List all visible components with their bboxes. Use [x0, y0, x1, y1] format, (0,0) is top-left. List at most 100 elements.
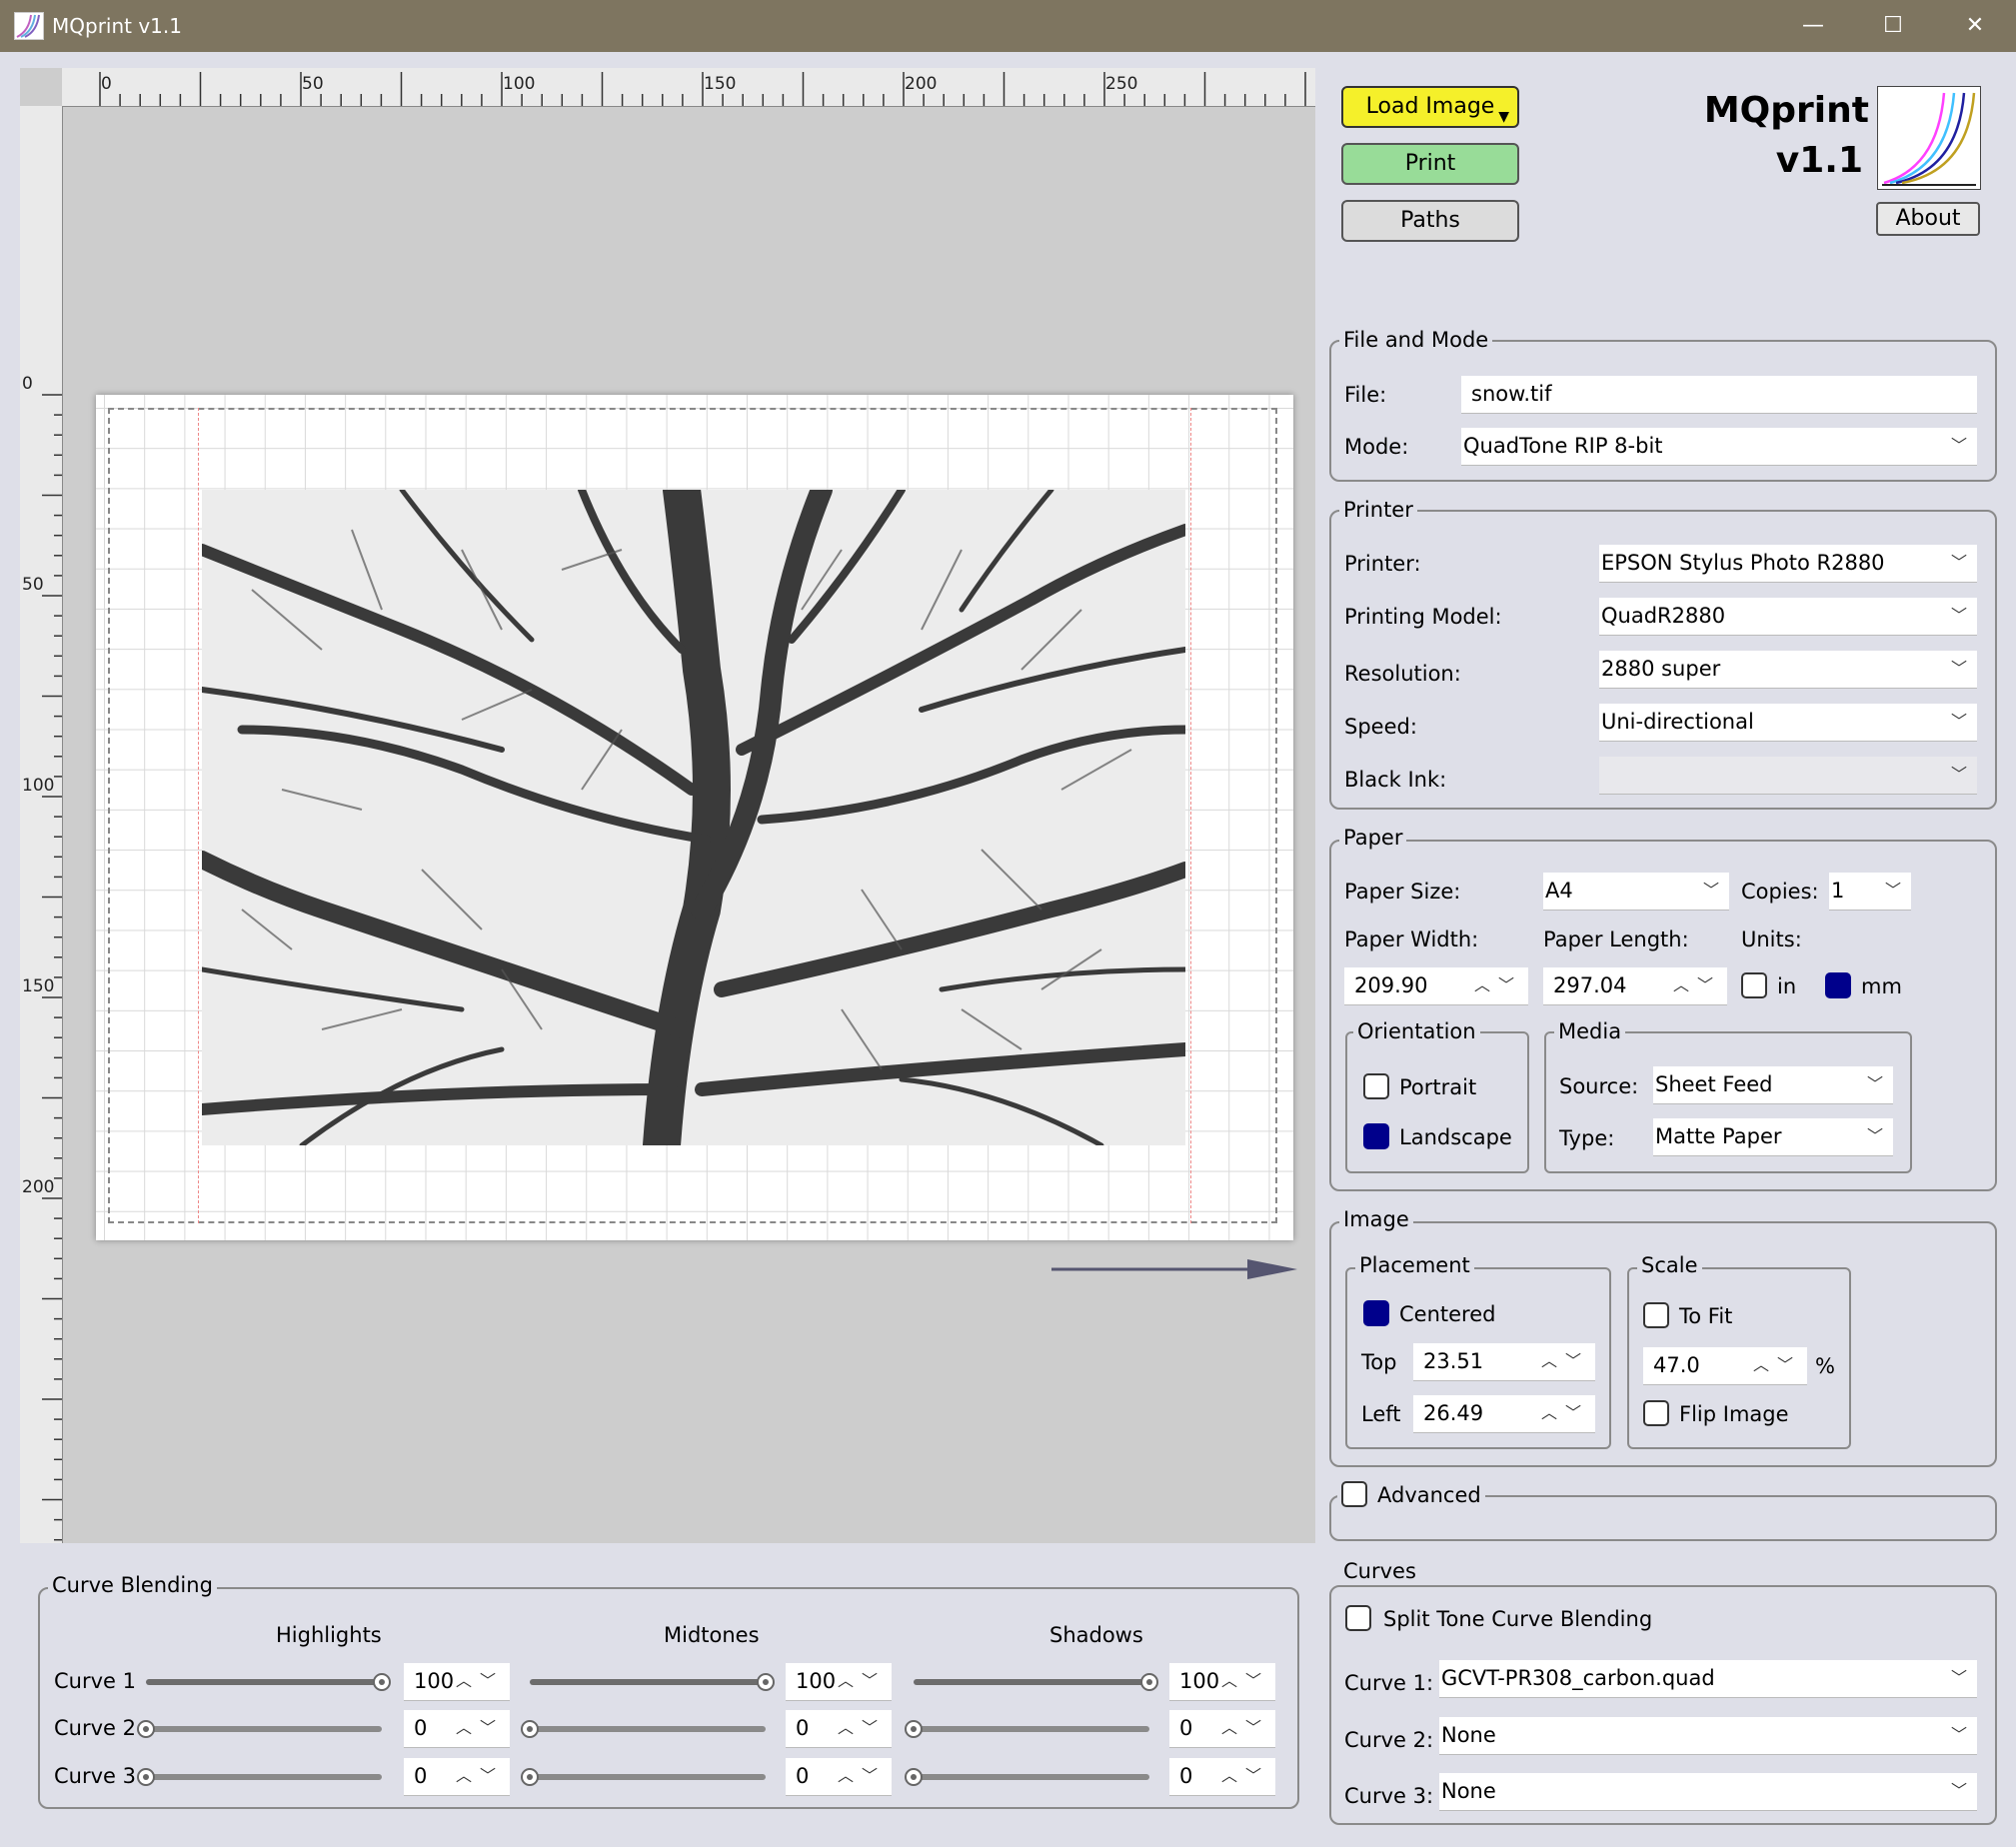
blend-value-spinner[interactable]: 100 ︿﹀ [786, 1663, 892, 1701]
split-tone-checkbox[interactable] [1345, 1605, 1371, 1631]
curve3-select[interactable]: None ﹀ [1439, 1773, 1977, 1811]
chevron-down-icon: ﹀ [1950, 1725, 1967, 1744]
curve1-select[interactable]: GCVT-PR308_carbon.quad ﹀ [1439, 1660, 1977, 1698]
left-spinner[interactable]: 26.49 ︿﹀ [1413, 1395, 1595, 1433]
spin-arrows-icon[interactable]: ︿﹀ [838, 1758, 886, 1794]
spin-arrows-icon[interactable]: ︿﹀ [1221, 1663, 1269, 1699]
blend-slider-handle[interactable] [905, 1720, 923, 1738]
spin-arrows-icon[interactable]: ︿﹀ [838, 1710, 886, 1746]
blend-slider-track[interactable] [530, 1679, 766, 1685]
spin-arrows-icon[interactable]: ︿﹀ [456, 1758, 504, 1794]
scale-spinner[interactable]: 47.0 ︿﹀ [1643, 1347, 1807, 1385]
maximize-icon[interactable]: ☐ [1853, 0, 1933, 52]
spin-arrows-icon[interactable]: ︿﹀ [838, 1663, 886, 1699]
blend-slider-handle[interactable] [137, 1768, 155, 1786]
ruler-top-label: 0 [101, 74, 112, 94]
about-button[interactable]: About [1876, 202, 1980, 236]
top-spinner[interactable]: 23.51 ︿﹀ [1413, 1343, 1595, 1381]
blend-value-spinner[interactable]: 0 ︿﹀ [404, 1758, 510, 1796]
blend-slider-track[interactable] [530, 1726, 766, 1732]
print-button[interactable]: Print [1341, 143, 1519, 185]
spin-arrows-icon[interactable]: ︿﹀ [1474, 967, 1522, 1003]
blend-slider-handle[interactable] [905, 1768, 923, 1786]
blend-slider-track[interactable] [914, 1679, 1149, 1685]
paper-width-label: Paper Width: [1344, 927, 1479, 951]
spin-arrows-icon[interactable]: ︿﹀ [1541, 1343, 1589, 1379]
blend-slider-track[interactable] [914, 1726, 1149, 1732]
source-select[interactable]: Sheet Feed ﹀ [1653, 1066, 1893, 1104]
placement-title: Placement [1355, 1253, 1474, 1277]
copies-select[interactable]: 1 ﹀ [1829, 873, 1911, 911]
resolution-value: 2880 super [1601, 657, 1721, 681]
blend-value-spinner[interactable]: 100 ︿﹀ [1169, 1663, 1275, 1701]
unit-in-checkbox[interactable] [1741, 972, 1767, 998]
blend-slider-track[interactable] [146, 1679, 382, 1685]
spin-arrows-icon[interactable]: ︿﹀ [1753, 1347, 1801, 1383]
scale-value: 47.0 [1653, 1353, 1700, 1377]
flip-image-checkbox[interactable] [1643, 1400, 1669, 1426]
blend-value: 0 [796, 1764, 810, 1788]
window-title: MQprint v1.1 [52, 14, 182, 38]
close-icon[interactable]: ✕ [1935, 0, 2015, 52]
blend-value-spinner[interactable]: 0 ︿﹀ [404, 1710, 510, 1748]
paper-size-select[interactable]: A4 ﹀ [1543, 873, 1729, 911]
blend-slider-handle[interactable] [373, 1673, 391, 1691]
blend-slider-track[interactable] [530, 1774, 766, 1780]
speed-select[interactable]: Uni-directional ﹀ [1599, 704, 1977, 742]
blend-slider-handle[interactable] [757, 1673, 775, 1691]
chevron-down-icon: ﹀ [1950, 765, 1967, 784]
paper-size-value: A4 [1545, 879, 1573, 903]
blend-slider-handle[interactable] [1140, 1673, 1158, 1691]
chevron-down-icon: ﹀ [1884, 881, 1901, 900]
blend-row-label: Curve 3 [54, 1764, 136, 1788]
paths-button[interactable]: Paths [1341, 200, 1519, 242]
ruler-left-label: 100 [22, 776, 55, 796]
unit-mm-checkbox[interactable] [1825, 972, 1851, 998]
chevron-down-icon: ﹀ [1950, 1781, 1967, 1800]
mode-select[interactable]: QuadTone RIP 8-bit ﹀ [1461, 428, 1977, 466]
landscape-checkbox[interactable] [1363, 1123, 1389, 1149]
resolution-select[interactable]: 2880 super ﹀ [1599, 651, 1977, 689]
spin-arrows-icon[interactable]: ︿﹀ [1221, 1758, 1269, 1794]
blend-value-spinner[interactable]: 100 ︿﹀ [404, 1663, 510, 1701]
chevron-down-icon: ﹀ [1950, 606, 1967, 625]
blend-slider-track[interactable] [146, 1774, 382, 1780]
blend-slider-track[interactable] [914, 1774, 1149, 1780]
printing-model-select[interactable]: QuadR2880 ﹀ [1599, 598, 1977, 636]
centered-checkbox[interactable] [1363, 1300, 1389, 1326]
blend-value-spinner[interactable]: 0 ︿﹀ [1169, 1758, 1275, 1796]
printer-select[interactable]: EPSON Stylus Photo R2880 ﹀ [1599, 545, 1977, 583]
advanced-checkbox[interactable] [1341, 1481, 1367, 1507]
type-value: Matte Paper [1655, 1124, 1782, 1148]
spin-arrows-icon[interactable]: ︿﹀ [1541, 1395, 1589, 1431]
printer-value: EPSON Stylus Photo R2880 [1601, 551, 1885, 575]
spin-arrows-icon[interactable]: ︿﹀ [1221, 1710, 1269, 1746]
curve2-select[interactable]: None ﹀ [1439, 1717, 1977, 1755]
black-ink-select[interactable]: ﹀ [1599, 757, 1977, 795]
preview-image[interactable] [202, 490, 1185, 1145]
portrait-label: Portrait [1399, 1075, 1477, 1099]
portrait-checkbox[interactable] [1363, 1073, 1389, 1099]
blend-value-spinner[interactable]: 0 ︿﹀ [786, 1710, 892, 1748]
blend-value-spinner[interactable]: 0 ︿﹀ [786, 1758, 892, 1796]
spin-arrows-icon[interactable]: ︿﹀ [1673, 967, 1721, 1003]
ruler-left-label: 200 [22, 1177, 55, 1197]
blend-slider-handle[interactable] [137, 1720, 155, 1738]
file-field[interactable]: snow.tif [1461, 376, 1977, 414]
spin-arrows-icon[interactable]: ︿﹀ [456, 1663, 504, 1699]
load-image-button[interactable]: Load Image ▼ [1341, 86, 1519, 128]
blend-slider-handle[interactable] [521, 1768, 539, 1786]
blend-slider-handle[interactable] [521, 1720, 539, 1738]
to-fit-checkbox[interactable] [1643, 1302, 1669, 1328]
unit-in-label: in [1777, 974, 1797, 998]
spin-arrows-icon[interactable]: ︿﹀ [456, 1710, 504, 1746]
dropdown-icon: ▼ [1498, 109, 1509, 125]
paper-length-spinner[interactable]: 297.04 ︿﹀ [1543, 967, 1727, 1005]
paper-title: Paper [1339, 826, 1407, 850]
type-select[interactable]: Matte Paper ﹀ [1653, 1118, 1893, 1156]
blend-value: 100 [796, 1669, 837, 1693]
blend-value-spinner[interactable]: 0 ︿﹀ [1169, 1710, 1275, 1748]
paper-width-spinner[interactable]: 209.90 ︿﹀ [1344, 967, 1528, 1005]
blend-slider-track[interactable] [146, 1726, 382, 1732]
minimize-icon[interactable]: — [1773, 0, 1853, 52]
